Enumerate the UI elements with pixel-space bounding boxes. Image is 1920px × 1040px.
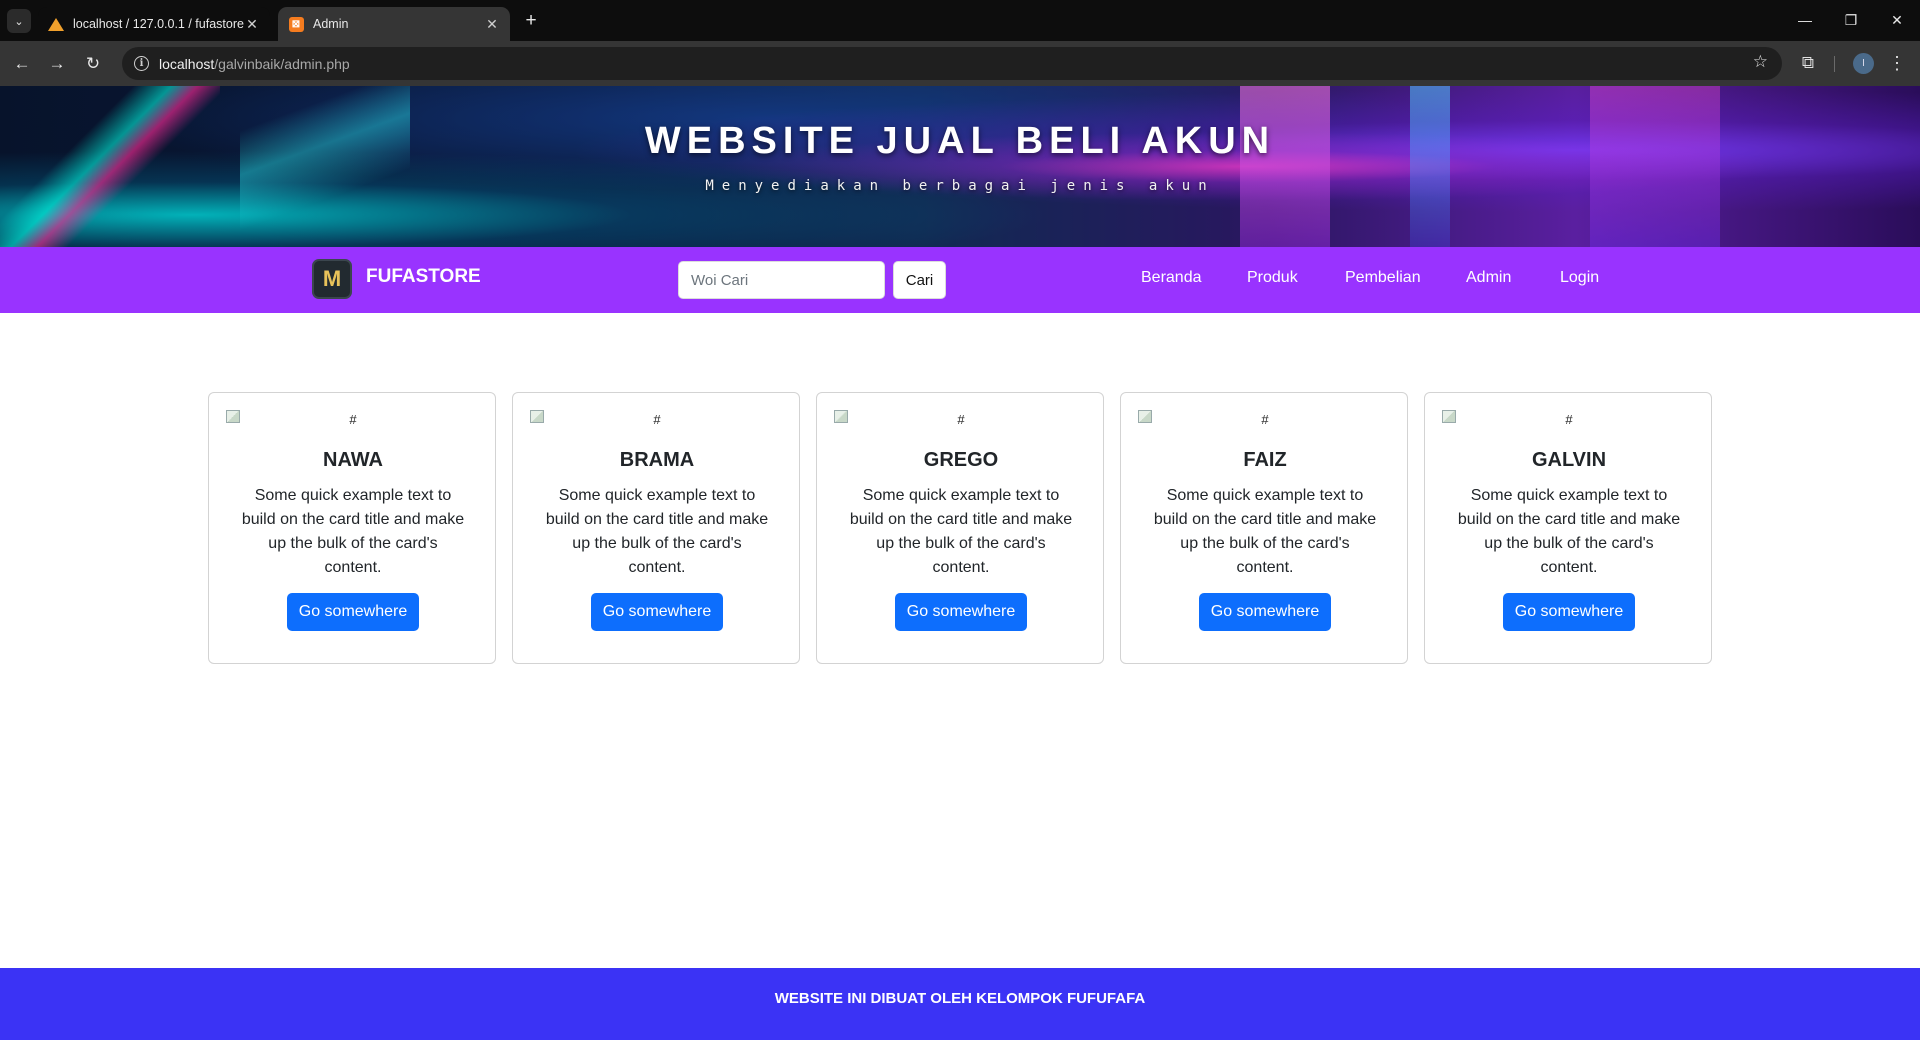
url-path: /galvinbaik/admin.php <box>214 55 350 72</box>
hero-banner: WEBSITE JUAL BELI AKUN Menyediakan berba… <box>0 86 1920 247</box>
product-card: # GALVIN Some quick example text to buil… <box>1424 392 1712 664</box>
card-title: GALVIN <box>1531 449 1607 471</box>
address-bar[interactable]: i localhost/galvinbaik/admin.php ☆ <box>122 47 1782 80</box>
tab-title: localhost / 127.0.0.1 / fufastore <box>73 17 244 31</box>
site-info-icon[interactable]: i <box>134 56 149 71</box>
browser-menu-icon[interactable]: ⋮ <box>1884 49 1910 77</box>
footer-text: WEBSITE INI DIBUAT OLEH KELOMPOK FUFUFAF… <box>774 990 1146 1007</box>
card-title: GREGO <box>923 449 999 471</box>
product-card: # BRAMA Some quick example text to build… <box>512 392 800 664</box>
site-footer: WEBSITE INI DIBUAT OLEH KELOMPOK FUFUFAF… <box>0 968 1920 1040</box>
nav-link-admin[interactable]: Admin <box>1466 269 1511 287</box>
phpmyadmin-favicon-icon <box>48 16 64 32</box>
hero-neon-streak <box>240 86 410 247</box>
nav-link-beranda[interactable]: Beranda <box>1141 269 1202 287</box>
close-tab-icon[interactable]: ✕ <box>484 16 500 33</box>
card-image: # <box>1441 409 1697 433</box>
back-arrow-icon[interactable]: ← <box>7 49 37 79</box>
card-text: Some quick example text to build on the … <box>1457 487 1681 576</box>
card-text: Some quick example text to build on the … <box>1153 487 1377 576</box>
hero-neon-window <box>1410 86 1450 247</box>
extensions-puzzle-icon[interactable]: ⧉ <box>1794 49 1822 77</box>
card-image: # <box>1137 409 1393 433</box>
card-title: FAIZ <box>1243 449 1287 471</box>
hero-neon-streak <box>0 86 220 247</box>
browser-tab-phpmyadmin[interactable]: localhost / 127.0.0.1 / fufastore ✕ <box>38 7 270 41</box>
site-navbar: M FUFASTORE Cari Beranda Produk Pembelia… <box>0 247 1920 313</box>
browser-tab-admin[interactable]: ⊠ Admin ✕ <box>278 7 510 41</box>
forward-arrow-icon[interactable]: → <box>42 49 72 79</box>
search-button[interactable]: Cari <box>893 261 946 299</box>
card-image: # <box>225 409 481 433</box>
product-card: # FAIZ Some quick example text to build … <box>1120 392 1408 664</box>
brand-name[interactable]: FUFASTORE <box>366 266 481 288</box>
card-image-alt: # <box>653 412 661 427</box>
toolbar-divider <box>1834 56 1835 72</box>
url-host: localhost <box>159 55 215 72</box>
reload-icon[interactable]: ↻ <box>78 49 108 79</box>
product-card: # GREGO Some quick example text to build… <box>816 392 1104 664</box>
card-text: Some quick example text to build on the … <box>545 487 769 576</box>
hero-neon-window <box>1590 86 1720 247</box>
brand-logo-icon[interactable]: M <box>312 259 352 299</box>
card-image-alt: # <box>349 412 357 427</box>
nav-link-produk[interactable]: Produk <box>1247 269 1298 287</box>
product-card: # NAWA Some quick example text to build … <box>208 392 496 664</box>
close-tab-icon[interactable]: ✕ <box>244 16 260 33</box>
go-somewhere-button[interactable]: Go somewhere <box>591 593 723 631</box>
hero-title: WEBSITE JUAL BELI AKUN <box>644 120 1276 162</box>
card-image-alt: # <box>1261 412 1269 427</box>
card-title: NAWA <box>323 449 383 471</box>
new-tab-plus-icon[interactable]: + <box>518 8 544 34</box>
go-somewhere-button[interactable]: Go somewhere <box>287 593 419 631</box>
search-input[interactable] <box>678 261 885 299</box>
browser-tab-strip: ⌄ localhost / 127.0.0.1 / fufastore ✕ ⊠ … <box>0 0 1920 41</box>
nav-link-pembelian[interactable]: Pembelian <box>1345 269 1421 287</box>
tab-search-chevron-icon[interactable]: ⌄ <box>7 9 31 33</box>
profile-avatar-icon[interactable]: I <box>1853 53 1874 74</box>
bookmark-star-icon[interactable]: ☆ <box>1753 52 1768 72</box>
card-image-alt: # <box>957 412 965 427</box>
card-image: # <box>833 409 1089 433</box>
tab-title: Admin <box>313 17 349 31</box>
browser-toolbar: ← → ↻ i localhost/galvinbaik/admin.php ☆… <box>0 41 1920 86</box>
hero-neon-window <box>1240 86 1330 247</box>
hero-subtitle: Menyediakan berbagai jenis akun <box>705 178 1215 194</box>
card-image-alt: # <box>1565 412 1573 427</box>
go-somewhere-button[interactable]: Go somewhere <box>1503 593 1635 631</box>
nav-link-login[interactable]: Login <box>1560 269 1599 287</box>
card-title: BRAMA <box>619 449 695 471</box>
card-text: Some quick example text to build on the … <box>241 487 465 576</box>
restore-icon[interactable]: ❐ <box>1828 6 1874 34</box>
card-image: # <box>529 409 785 433</box>
card-text: Some quick example text to build on the … <box>849 487 1073 576</box>
go-somewhere-button[interactable]: Go somewhere <box>1199 593 1331 631</box>
web-page: WEBSITE JUAL BELI AKUN Menyediakan berba… <box>0 86 1920 1040</box>
minimize-icon[interactable]: — <box>1782 6 1828 34</box>
go-somewhere-button[interactable]: Go somewhere <box>895 593 1027 631</box>
xampp-favicon-icon: ⊠ <box>288 16 304 32</box>
close-window-icon[interactable]: ✕ <box>1874 6 1920 34</box>
